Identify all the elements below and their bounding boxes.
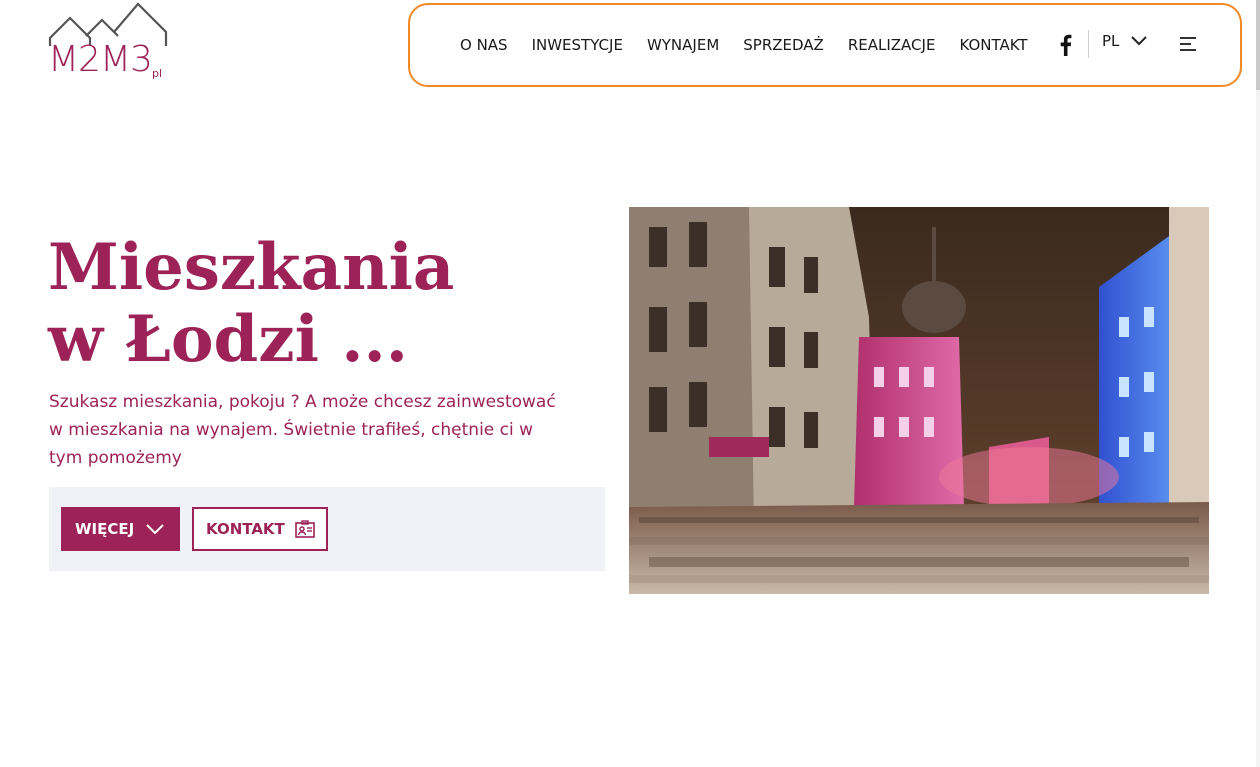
site-logo[interactable]: M2M3 pl (48, 2, 170, 88)
nav-link-kontakt[interactable]: KONTAKT (959, 36, 1027, 54)
nav-link-realizacje[interactable]: REALIZACJE (848, 36, 936, 54)
more-button[interactable]: WIĘCEJ (61, 507, 180, 551)
nav-link-sprzedaz[interactable]: SPRZEDAŻ (743, 36, 824, 54)
contact-button-label: KONTAKT (206, 520, 285, 538)
nav-link-inwestycje[interactable]: INWESTYCJE (532, 36, 623, 54)
nav-link-o-nas[interactable]: O NAS (460, 36, 508, 54)
nav-links: O NAS INWESTYCJE WYNAJEM SPRZEDAŻ REALIZ… (460, 5, 1052, 85)
hero-title: Mieszkania w Łodzi ... (48, 232, 454, 376)
language-selector[interactable]: PL (1102, 32, 1148, 50)
hero-title-line-2: w Łodzi ... (48, 302, 409, 377)
menu-icon[interactable] (1178, 35, 1200, 53)
scrollbar[interactable] (1256, 0, 1260, 767)
page: M2M3 pl O NAS INWESTYCJE WYNAJEM SPRZEDA… (0, 0, 1260, 767)
language-label: PL (1102, 32, 1120, 50)
hero-image (629, 207, 1209, 594)
nav-link-wynajem[interactable]: WYNAJEM (647, 36, 719, 54)
more-button-label: WIĘCEJ (75, 520, 135, 538)
logo-text: M2M3 (48, 39, 153, 80)
facebook-icon[interactable] (1056, 34, 1076, 56)
hero-description: Szukasz mieszkania, pokoju ? A może chce… (49, 392, 556, 468)
hero-button-bar: WIĘCEJ KONTAKT (49, 487, 605, 571)
logo-suffix: pl (152, 67, 163, 80)
contact-button[interactable]: KONTAKT (192, 507, 328, 551)
chevron-down-icon (1131, 36, 1148, 46)
contact-card-icon (294, 520, 315, 538)
chevron-down-icon (146, 524, 164, 534)
scrollbar-thumb[interactable] (1256, 0, 1260, 90)
main-navigation: O NAS INWESTYCJE WYNAJEM SPRZEDAŻ REALIZ… (408, 3, 1242, 87)
nav-divider (1088, 30, 1089, 58)
hero-title-line-1: Mieszkania (48, 230, 455, 305)
